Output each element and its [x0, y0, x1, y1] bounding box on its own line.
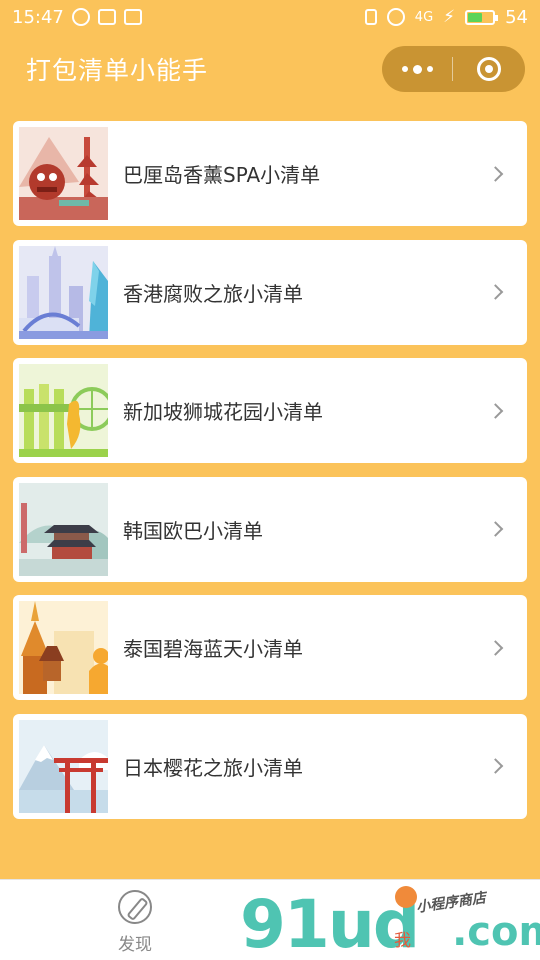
hongkong-thumbnail	[19, 245, 108, 339]
watermark: 91ud .com 小程序商店	[240, 886, 540, 960]
list-item[interactable]: 日本樱花之旅小清单	[13, 713, 527, 819]
status-left: 15:47	[12, 7, 142, 28]
list-item-label: 韩国欧巴小清单	[123, 518, 263, 543]
compass-icon	[118, 890, 152, 924]
tab-discover-label: 发现	[118, 935, 152, 955]
tab-bar: 发现 91ud .com 小程序商店 我	[0, 879, 540, 960]
list-item-label: 香港腐败之旅小清单	[123, 281, 303, 306]
chevron-right-icon	[487, 758, 504, 774]
watermark-com: .com	[452, 909, 540, 955]
more-dot	[401, 66, 408, 72]
battery-percent: 54	[505, 6, 528, 28]
list-item-label: 泰国碧海蓝天小清单	[123, 637, 303, 661]
list-item[interactable]: 香港腐败之旅小清单	[13, 239, 527, 345]
more-dot	[412, 64, 422, 74]
tab-me[interactable]: 我	[394, 926, 411, 951]
list-item[interactable]: 韩国欧巴小清单	[13, 476, 527, 582]
vibrate-icon	[364, 9, 377, 25]
alarm-icon	[386, 8, 405, 26]
list-item[interactable]: 泰国碧海蓝天小清单	[13, 595, 527, 700]
person-icon	[395, 886, 417, 908]
header: 打包清单小能手	[0, 34, 540, 104]
status-bar: 15:47 4G ⚡ 54	[0, 0, 540, 34]
more-button[interactable]	[382, 46, 452, 92]
list-item[interactable]: 巴厘岛香薰SPA小清单	[13, 121, 527, 226]
chevron-right-icon	[487, 165, 504, 182]
singapore-thumbnail	[19, 364, 108, 457]
status-time: 15:47	[12, 6, 64, 28]
battery-icon	[465, 9, 499, 25]
korea-thumbnail	[19, 482, 108, 576]
japan-thumbnail	[19, 719, 108, 813]
watermark-logo: 91ud	[240, 886, 420, 960]
chevron-right-icon	[487, 639, 504, 656]
list-item-label: 日本樱花之旅小清单	[123, 755, 303, 780]
bali-thumbnail	[19, 127, 108, 220]
tab-discover[interactable]: 发现	[95, 890, 175, 955]
signal-icon: 4G	[414, 9, 434, 25]
news-icon	[123, 9, 142, 25]
mini-program-capsule	[382, 46, 525, 92]
list-item-label: 巴厘岛香薰SPA小清单	[123, 163, 321, 187]
battery-fill	[468, 12, 483, 22]
chat-icon	[71, 8, 90, 26]
checklist-list: 巴厘岛香薰SPA小清单 香港腐败之旅小清单 新加坡狮城花园小清单 韩国欧巴小清单…	[13, 121, 527, 832]
charging-icon: ⚡	[443, 7, 456, 27]
close-ring-icon	[477, 57, 501, 81]
list-item[interactable]: 新加坡狮城花园小清单	[13, 358, 527, 463]
close-button[interactable]	[453, 57, 525, 81]
thailand-thumbnail	[19, 601, 108, 694]
upload-icon	[97, 9, 116, 25]
chevron-right-icon	[487, 521, 504, 537]
status-right: 4G ⚡ 54	[364, 6, 528, 28]
chevron-right-icon	[487, 402, 504, 419]
page-title: 打包清单小能手	[26, 56, 209, 85]
list-item-label: 新加坡狮城花园小清单	[123, 400, 323, 424]
chevron-right-icon	[487, 284, 504, 300]
more-dot	[426, 66, 433, 72]
